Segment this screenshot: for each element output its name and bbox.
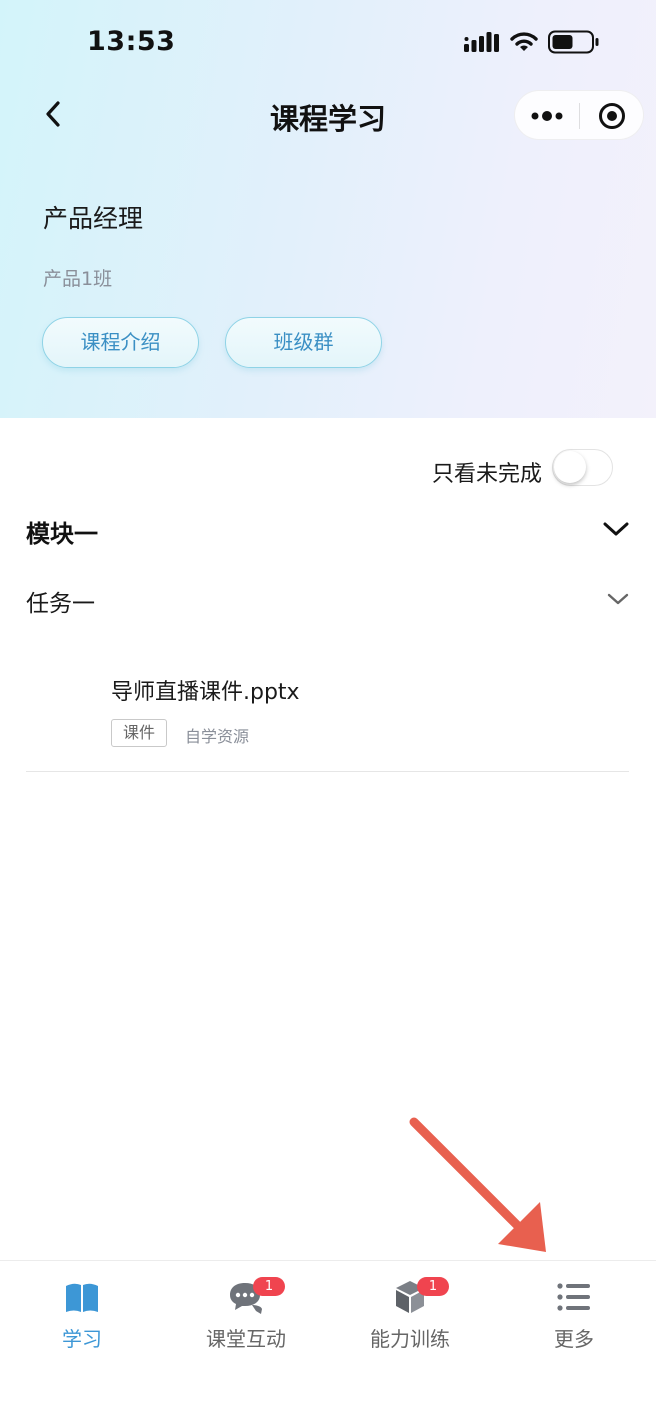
bottom-tab-bar: 学习 1 课堂互动 1 能力训练 更多: [0, 1260, 656, 1408]
course-name: 产品经理: [43, 204, 144, 233]
battery-icon: [548, 30, 599, 54]
mini-program-capsule: [514, 90, 644, 140]
course-header: 13:53 课程学习 产品经理 产品1班 课程介绍 班级群: [0, 0, 656, 418]
course-intro-button[interactable]: 课程介绍: [42, 317, 199, 368]
tab-label: 能力训练: [370, 1327, 450, 1351]
status-bar: 13:53: [0, 0, 656, 86]
resource-source: 自学资源: [185, 727, 250, 746]
task-title: 任务一: [26, 591, 95, 617]
tab-more[interactable]: 更多: [492, 1261, 656, 1361]
unfinished-only-toggle[interactable]: [552, 449, 613, 486]
tab-learn[interactable]: 学习: [0, 1261, 164, 1361]
filter-row: 只看未完成: [0, 448, 656, 492]
class-name: 产品1班: [43, 268, 113, 290]
cellular-signal-icon: [464, 32, 499, 52]
navigation-bar: 课程学习: [0, 86, 656, 146]
annotation-arrow-icon: [409, 1117, 546, 1252]
class-group-button[interactable]: 班级群: [225, 317, 382, 368]
notification-badge: 1: [253, 1277, 285, 1296]
list-icon: [557, 1283, 590, 1311]
tab-label: 学习: [62, 1327, 102, 1351]
book-icon: [66, 1283, 98, 1312]
more-dots-icon[interactable]: [529, 104, 565, 128]
close-target-icon[interactable]: [597, 101, 627, 131]
chevron-down-icon: [603, 522, 629, 536]
module-header[interactable]: 模块一: [0, 506, 656, 554]
capsule-divider: [579, 103, 580, 129]
toggle-knob: [554, 451, 586, 483]
resource-type-tag: 课件: [111, 719, 168, 747]
module-title: 模块一: [26, 520, 98, 548]
filter-label: 只看未完成: [431, 462, 542, 487]
resource-name: 导师直播课件.pptx: [111, 680, 300, 705]
wifi-icon: [510, 32, 538, 51]
chevron-down-icon: [607, 593, 629, 605]
tab-classroom-interaction[interactable]: 1 课堂互动: [164, 1261, 328, 1361]
tab-skill-training[interactable]: 1 能力训练: [328, 1261, 492, 1361]
task-header[interactable]: 任务一: [0, 578, 656, 622]
list-item[interactable]: 导师直播课件.pptx 课件 自学资源: [26, 660, 629, 772]
tab-label: 课堂互动: [206, 1327, 286, 1351]
tab-label: 更多: [554, 1327, 594, 1351]
notification-badge: 1: [417, 1277, 449, 1296]
status-time: 13:53: [87, 26, 176, 57]
